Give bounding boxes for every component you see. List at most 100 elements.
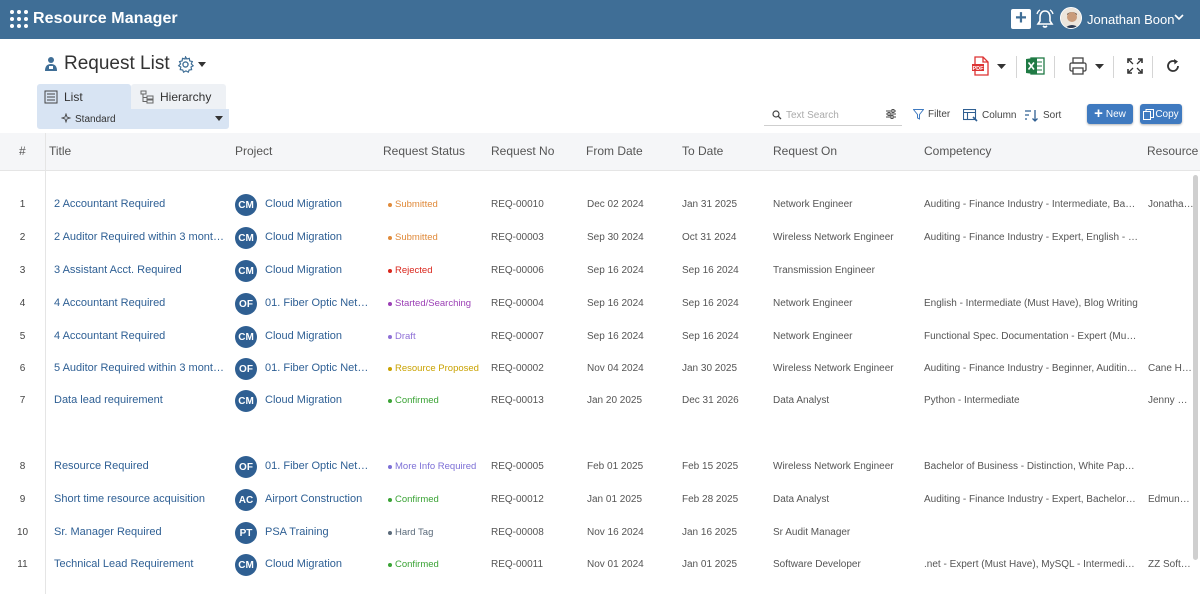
table-row[interactable]: OF 8 Resource Required 01. Fiber Optic Netw… bbox=[0, 451, 1195, 483]
project-link[interactable]: Cloud Migration bbox=[265, 394, 369, 406]
request-title-link[interactable]: 4 Accountant Required bbox=[54, 330, 224, 342]
project-link[interactable]: 01. Fiber Optic Network bbox=[265, 460, 369, 472]
project-link[interactable]: PSA Training bbox=[265, 526, 369, 538]
column-header-project[interactable]: Project bbox=[235, 144, 272, 158]
table-row[interactable]: CM 3 3 Assistant Acct. Required Cloud Migra… bbox=[0, 255, 1195, 287]
status-text: Submitted bbox=[395, 232, 438, 243]
project-avatar-badge: CM bbox=[235, 554, 257, 576]
new-button[interactable]: + New bbox=[1087, 104, 1133, 124]
pdf-export-icon[interactable]: PDF bbox=[971, 56, 991, 76]
plus-icon: + bbox=[1094, 105, 1103, 122]
divider bbox=[1054, 56, 1055, 78]
project-link[interactable]: Cloud Migration bbox=[265, 264, 369, 276]
table-row[interactable]: CM 1 2 Accountant Required Cloud Migration S… bbox=[0, 189, 1195, 221]
sort-button[interactable]: Sort bbox=[1024, 107, 1061, 123]
vertical-scrollbar[interactable] bbox=[1193, 175, 1198, 560]
excel-export-icon[interactable] bbox=[1025, 56, 1045, 76]
table-row[interactable]: CM 2 2 Auditor Required within 3 months Clo… bbox=[0, 222, 1195, 254]
to-date: Jan 16 2025 bbox=[682, 527, 738, 538]
to-date: Sep 16 2024 bbox=[682, 331, 739, 342]
row-number: 10 bbox=[16, 527, 29, 538]
add-icon[interactable]: + bbox=[1011, 8, 1031, 29]
project-avatar-badge: AC bbox=[235, 489, 257, 511]
to-date: Feb 15 2025 bbox=[682, 461, 739, 472]
request-title-link[interactable]: Sr. Manager Required bbox=[54, 526, 224, 538]
from-date: Sep 16 2024 bbox=[587, 265, 644, 276]
user-avatar[interactable] bbox=[1060, 7, 1082, 29]
settings-caret-down-icon[interactable] bbox=[197, 61, 207, 69]
request-table: # Title Project Request Status Request N… bbox=[0, 133, 1200, 594]
project-link[interactable]: 01. Fiber Optic Network bbox=[265, 362, 369, 374]
request-title-link[interactable]: Data lead requirement bbox=[54, 394, 224, 406]
tab-list[interactable]: List bbox=[37, 84, 131, 109]
request-on: Wireless Network Engineer bbox=[773, 363, 894, 374]
request-title-link[interactable]: Technical Lead Requirement bbox=[54, 558, 224, 570]
tab-hierarchy[interactable]: Hierarchy bbox=[131, 84, 226, 109]
request-number: REQ-00013 bbox=[491, 395, 544, 406]
request-title-link[interactable]: Resource Required bbox=[54, 460, 224, 472]
column-header-status[interactable]: Request Status bbox=[383, 144, 465, 158]
competency: Python - Intermediate bbox=[924, 395, 1020, 406]
new-button-label: New bbox=[1105, 108, 1126, 120]
project-link[interactable]: Cloud Migration bbox=[265, 198, 369, 210]
project-link[interactable]: Cloud Migration bbox=[265, 330, 369, 342]
project-link[interactable]: Cloud Migration bbox=[265, 558, 369, 570]
request-title-link[interactable]: 3 Assistant Acct. Required bbox=[54, 264, 224, 276]
to-date: Oct 31 2024 bbox=[682, 232, 737, 243]
table-header: # Title Project Request Status Request N… bbox=[0, 133, 1200, 171]
request-title-link[interactable]: Short time resource acquisition bbox=[54, 493, 224, 505]
chevron-down-icon[interactable] bbox=[1173, 11, 1185, 23]
copy-button[interactable]: Copy bbox=[1140, 104, 1182, 124]
view-sparkle-icon bbox=[61, 113, 72, 124]
column-header-resource[interactable]: Resource bbox=[1147, 144, 1198, 158]
competency: Bachelor of Business - Distinction, Whit… bbox=[924, 461, 1138, 472]
print-caret-down-icon[interactable] bbox=[1095, 64, 1104, 70]
table-row[interactable]: AC 9 Short time resource acquisition Airpor… bbox=[0, 484, 1195, 516]
search-input[interactable] bbox=[786, 106, 881, 124]
user-name[interactable]: Jonathan Boon bbox=[1087, 12, 1174, 27]
notification-bell-icon[interactable] bbox=[1036, 9, 1054, 29]
view-caret-down-icon[interactable] bbox=[215, 116, 223, 121]
request-title-link[interactable]: 2 Auditor Required within 3 months bbox=[54, 231, 224, 243]
column-header-title[interactable]: Title bbox=[49, 144, 71, 158]
app-launcher-icon[interactable] bbox=[10, 10, 28, 28]
row-number: 7 bbox=[19, 395, 26, 406]
request-number: REQ-00011 bbox=[491, 559, 544, 570]
fullscreen-icon[interactable] bbox=[1127, 58, 1143, 74]
row-number: 5 bbox=[19, 331, 26, 342]
table-row[interactable]: OF 4 4 Accountant Required 01. Fiber Optic … bbox=[0, 288, 1195, 320]
view-selector[interactable]: Standard bbox=[37, 109, 229, 129]
column-header-from-date[interactable]: From Date bbox=[586, 144, 643, 158]
column-button[interactable]: Column bbox=[963, 107, 1016, 123]
print-icon[interactable] bbox=[1068, 56, 1088, 76]
column-header-request-on[interactable]: Request On bbox=[773, 144, 837, 158]
table-row[interactable]: CM 5 4 Accountant Required Cloud Migration D… bbox=[0, 321, 1195, 353]
resource: Edmund R bbox=[1148, 494, 1194, 505]
search-icon bbox=[772, 110, 782, 120]
table-row[interactable]: CM 11 Technical Lead Requirement Cloud Migr… bbox=[0, 549, 1195, 581]
project-link[interactable]: 01. Fiber Optic Network bbox=[265, 297, 369, 309]
filter-label: Filter bbox=[928, 108, 951, 120]
from-date: Nov 04 2024 bbox=[587, 363, 644, 374]
table-row[interactable]: CM 7 Data lead requirement Cloud Migration C… bbox=[0, 385, 1195, 417]
settings-gear-icon[interactable] bbox=[177, 56, 194, 73]
filter-button[interactable]: Filter bbox=[913, 106, 950, 122]
request-title-link[interactable]: 4 Accountant Required bbox=[54, 297, 224, 309]
table-row[interactable]: OF 6 5 Auditor Required within 3 months 01.… bbox=[0, 353, 1195, 385]
page-title: Request List bbox=[64, 53, 170, 74]
search-options-icon[interactable] bbox=[885, 108, 897, 120]
request-title-link[interactable]: 2 Accountant Required bbox=[54, 198, 224, 210]
column-header-request-no[interactable]: Request No bbox=[491, 144, 554, 158]
row-number: 11 bbox=[17, 559, 28, 570]
table-row[interactable]: PT 10 Sr. Manager Required PSA Training Hard… bbox=[0, 517, 1195, 549]
resource: Jonathan Boon bbox=[1148, 199, 1194, 210]
request-number: REQ-00006 bbox=[491, 265, 544, 276]
column-header-number[interactable]: # bbox=[19, 144, 26, 158]
refresh-icon[interactable] bbox=[1165, 58, 1181, 74]
column-header-to-date[interactable]: To Date bbox=[682, 144, 723, 158]
column-header-competency[interactable]: Competency bbox=[924, 144, 991, 158]
project-link[interactable]: Airport Construction bbox=[265, 493, 369, 505]
pdf-caret-down-icon[interactable] bbox=[997, 64, 1006, 70]
request-title-link[interactable]: 5 Auditor Required within 3 months bbox=[54, 362, 224, 374]
project-link[interactable]: Cloud Migration bbox=[265, 231, 369, 243]
